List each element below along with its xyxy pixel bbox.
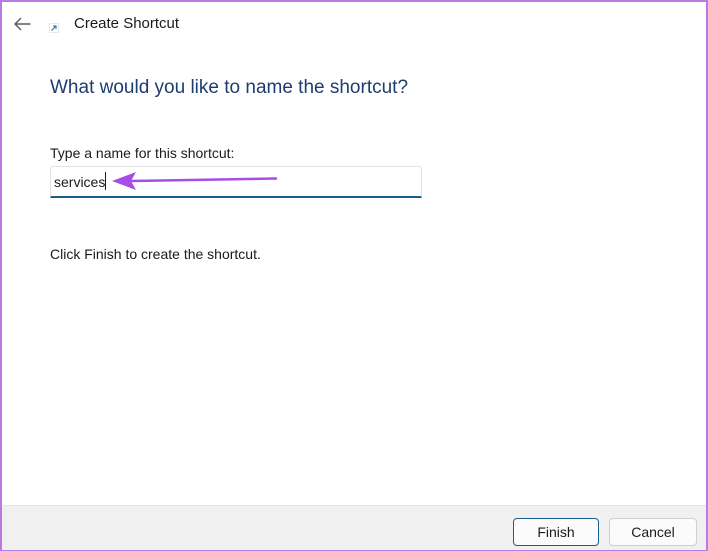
shortcut-name-label: Type a name for this shortcut:	[50, 145, 235, 161]
arrow-left-icon	[14, 17, 31, 31]
shortcut-arrow-icon	[49, 23, 59, 33]
finish-hint: Click Finish to create the shortcut.	[50, 246, 261, 262]
create-shortcut-window: Create Shortcut What would you like to n…	[0, 0, 708, 551]
title-bar: Create Shortcut	[2, 2, 706, 48]
text-caret	[105, 172, 106, 190]
back-button[interactable]	[10, 12, 34, 36]
page-heading: What would you like to name the shortcut…	[50, 77, 409, 98]
button-bar: Finish Cancel	[2, 505, 706, 550]
window-title: Create Shortcut	[74, 15, 180, 32]
cancel-button[interactable]: Cancel	[609, 518, 697, 546]
annotation-arrow-icon	[112, 172, 278, 190]
finish-button[interactable]: Finish	[513, 518, 599, 546]
